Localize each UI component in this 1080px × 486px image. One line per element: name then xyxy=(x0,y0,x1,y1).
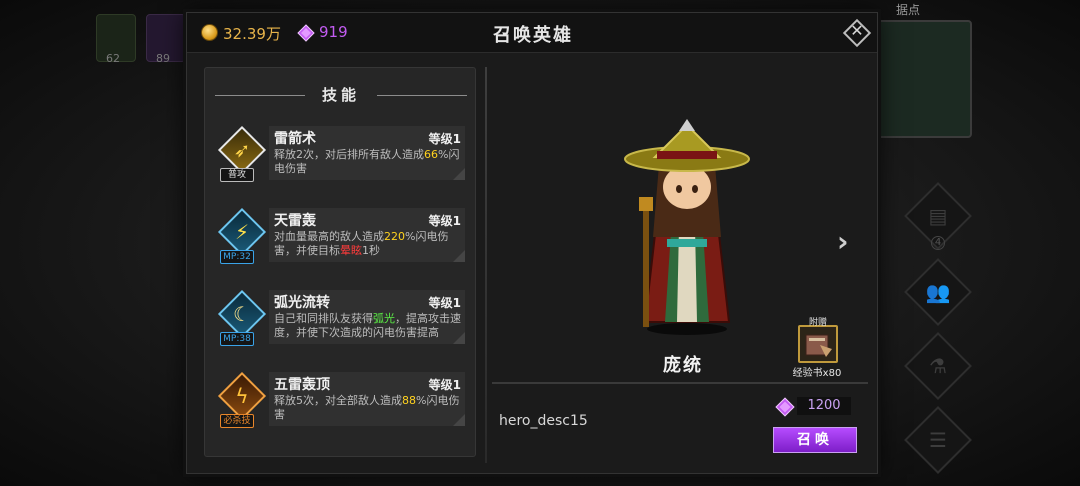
dialog-title: 召唤英雄 xyxy=(493,25,573,46)
skill-icon-glyph: ➶ xyxy=(233,138,251,162)
skill-name: 五雷轰顶 xyxy=(274,377,330,393)
skills-panel: 技能 ➶ 普攻 雷箭术 等级1 释放2次，对后排所有敌人造成66%闪电伤害 ⚡ … xyxy=(204,67,476,457)
next-hero-button[interactable]: › xyxy=(837,225,849,258)
gem-icon xyxy=(297,24,315,42)
skill-item[interactable]: ☾ MP:38 弧光流转 等级1 自己和同排队友获得弧光，提高攻击速度，并使下次… xyxy=(213,284,465,356)
gem-amount: 919 xyxy=(319,23,348,41)
skill-level: 等级1 xyxy=(428,132,461,146)
skill-description: 自己和同排队友获得弧光，提高攻击速度，并使下次造成的闪电伤害提高 xyxy=(274,312,461,339)
minimap xyxy=(870,20,972,138)
exp-book-icon xyxy=(798,325,838,363)
potion-icon: ⚗ xyxy=(929,354,947,378)
close-icon: ✕ xyxy=(850,21,864,40)
summon-price: 1200 xyxy=(797,397,851,415)
background-slot-count: 62 xyxy=(106,52,120,65)
lightning-arrows-icon: ➶ xyxy=(217,125,267,175)
gift-tag: 附赠 xyxy=(808,318,827,328)
five-thunder-icon: ϟ xyxy=(217,371,267,421)
skill-item[interactable]: ϟ 必杀技 五雷轰顶 等级1 释放5次，对全部敌人造成88%闪电伤害 xyxy=(213,366,465,438)
hero-description: hero_desc15 xyxy=(499,413,588,429)
skill-tag: 必杀技 xyxy=(220,414,254,428)
background-slot-count: 89 xyxy=(156,52,170,65)
skill-level: 等级1 xyxy=(428,296,461,310)
hero-portrait xyxy=(624,119,750,335)
hero-name: 庞统 xyxy=(663,355,703,376)
skill-name: 雷箭术 xyxy=(274,131,316,147)
close-button[interactable]: ✕ xyxy=(842,18,872,48)
summon-button[interactable]: 召唤 xyxy=(773,427,857,453)
skill-description: 释放5次，对全部敌人造成88%闪电伤害 xyxy=(274,394,460,421)
skill-tag: MP:38 xyxy=(220,332,254,346)
section-divider xyxy=(492,382,868,384)
gold-coin-icon xyxy=(201,24,218,41)
summon-hero-dialog: 32.39万 919 召唤英雄 ✕ 技能 ➶ 普攻 雷箭术 等级1 释放2次，对… xyxy=(186,12,878,474)
crescent-arc-icon: ☾ xyxy=(217,289,267,339)
skill-level: 等级1 xyxy=(428,214,461,228)
skill-description: 释放2次，对后排所有敌人造成66%闪电伤害 xyxy=(274,148,460,175)
thunder-strike-icon: ⚡ xyxy=(217,207,267,257)
skill-name: 天雷轰 xyxy=(274,213,316,229)
skill-item[interactable]: ⚡ MP:32 天雷轰 等级1 对血量最高的敌人造成220%闪电伤害，并使目标晕… xyxy=(213,202,465,274)
skill-level: 等级1 xyxy=(428,378,461,392)
team-icon: 👥 xyxy=(925,280,951,304)
skill-name: 弧光流转 xyxy=(274,295,330,311)
book-graphic xyxy=(805,334,832,357)
game-screen: 62 89 据点 ▤ 4 👥 ⚗ ☰ 32.39万 919 召唤英雄 ✕ 技能 … xyxy=(0,0,1080,486)
skill-icon-glyph: ϟ xyxy=(235,384,249,408)
skill-icon-glyph: ☾ xyxy=(233,302,251,326)
skill-description: 对血量最高的敌人造成220%闪电伤害，并使目标晕眩1秒 xyxy=(274,230,449,257)
bonus-gift: 附赠 xyxy=(792,317,844,363)
side-badge: 4 xyxy=(931,236,945,250)
map-title: 据点 xyxy=(896,3,921,17)
skills-heading-label: 技能 xyxy=(321,86,360,104)
list-icon: ☰ xyxy=(929,428,947,452)
skill-icon-glyph: ⚡ xyxy=(234,220,250,244)
journal-icon: ▤ xyxy=(928,204,948,228)
panel-divider xyxy=(485,67,487,463)
skills-heading: 技能 xyxy=(215,84,467,106)
skill-tag: MP:32 xyxy=(220,250,254,264)
gift-label: 经验书x80 xyxy=(792,368,842,379)
dialog-header: 32.39万 919 召唤英雄 ✕ xyxy=(187,13,877,53)
skill-tag: 普攻 xyxy=(220,168,254,182)
gem-icon xyxy=(775,397,795,417)
gold-amount: 32.39万 xyxy=(223,25,281,43)
skill-item[interactable]: ➶ 普攻 雷箭术 等级1 释放2次，对后排所有敌人造成66%闪电伤害 xyxy=(213,120,465,192)
